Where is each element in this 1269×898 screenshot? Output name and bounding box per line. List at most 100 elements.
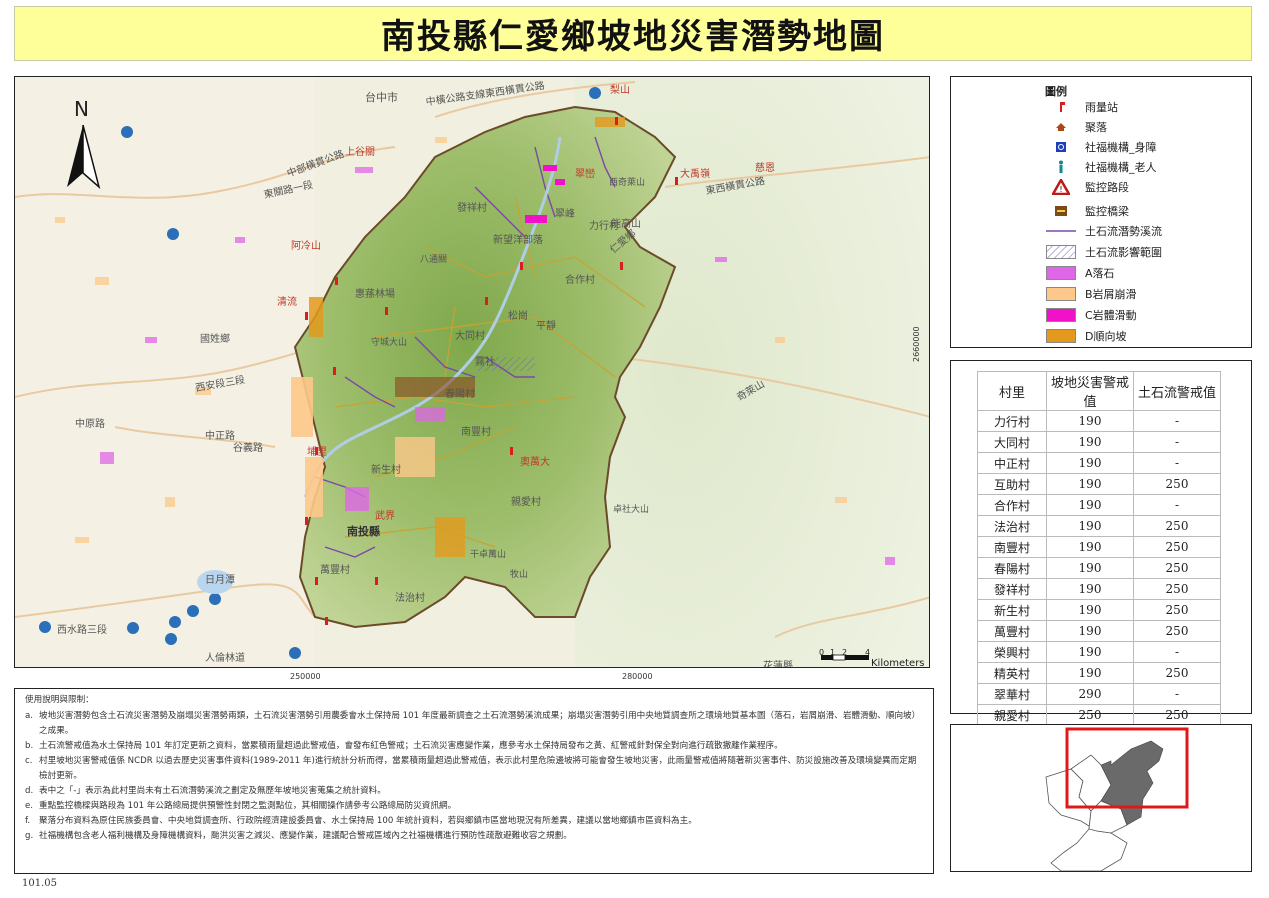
- slope-warning-cell: 190: [1046, 620, 1134, 642]
- slope-warning-cell: 190: [1046, 557, 1134, 579]
- map-label: 大禹嶺: [680, 169, 710, 180]
- map-label: 干卓萬山: [470, 550, 507, 560]
- debris-warning-cell: -: [1133, 431, 1221, 453]
- slope-warning-cell: 190: [1046, 515, 1134, 537]
- legend-label: 監控路段: [1085, 181, 1129, 194]
- village-name-cell: 發祥村: [977, 578, 1047, 600]
- map-label: 霧社: [475, 357, 495, 368]
- map-label: 梨山: [610, 85, 630, 96]
- table-header: 坡地災害警戒值: [1046, 371, 1134, 411]
- note-text: 聚落分布資料為原住民族委員會、中央地質調查所、行政院經濟建設委員會、水土保持局 …: [39, 816, 697, 826]
- rock-slide-swatch: [1046, 308, 1076, 322]
- map-label: 萬豐村: [320, 565, 350, 576]
- inset-locator-map[interactable]: [950, 724, 1252, 872]
- village-name-cell: 翠華村: [977, 683, 1047, 705]
- map-label: 守城大山: [371, 338, 408, 348]
- legend-item: 社福機構_老人: [1045, 157, 1157, 177]
- map-label: 人倫林道: [205, 653, 245, 664]
- notes-list: a. 坡地災害潛勢包含土石流災害潛勢及崩塌災害潛勢兩類，土石流災害潛勢引用農委會水…: [25, 709, 923, 844]
- debris-warning-cell: -: [1133, 494, 1221, 516]
- village-name-cell: 互助村: [977, 473, 1047, 495]
- legend-item: A落石: [1045, 263, 1115, 283]
- debris-warning-cell: 250: [1133, 536, 1221, 558]
- svg-text:!: !: [1059, 185, 1062, 194]
- debris-warning-cell: 250: [1133, 599, 1221, 621]
- map-label: 牧山: [510, 570, 529, 580]
- map-label: 南投縣: [347, 525, 380, 538]
- map-label: 合作村: [565, 275, 595, 286]
- note-item: d. 表中之「-」表示為此村里尚未有土石流潛勢溪流之劃定及無歷年坡地災害蒐集之統計…: [25, 784, 923, 799]
- legend-label: 雨量站: [1085, 101, 1118, 114]
- table-row: 精英村 190 250: [977, 662, 1221, 684]
- legend-label: 社福機構_老人: [1085, 161, 1157, 174]
- note-text: 土石流警戒值為水土保持局 101 年訂定更新之資料，當累積雨量超過此警戒值，會發…: [39, 741, 783, 751]
- map-label: 上谷關: [345, 147, 375, 158]
- bridge-icon: [1045, 203, 1077, 219]
- legend-label: C岩體滑動: [1085, 309, 1137, 322]
- map-label: 阿冷山: [291, 241, 321, 252]
- legend-item: D順向坡: [1045, 326, 1126, 346]
- note-letter: b.: [25, 741, 34, 751]
- map-label: 谷義路: [233, 443, 263, 454]
- legend-item: B岩屑崩滑: [1045, 284, 1137, 304]
- legend-item: 雨量站: [1045, 97, 1118, 117]
- map-label: 卓社大山: [613, 505, 650, 515]
- note-item: b. 土石流警戒值為水土保持局 101 年訂定更新之資料，當累積雨量超過此警戒值，…: [25, 739, 923, 754]
- table-row: 親愛村 250 250: [977, 704, 1221, 726]
- map-label: 翠巒: [575, 169, 595, 180]
- map-label: 奧萬大: [520, 457, 550, 468]
- debris-warning-cell: 250: [1133, 620, 1221, 642]
- inset-canvas: [1045, 727, 1189, 872]
- table-header-row: 村里 坡地災害警戒值 土石流警戒值: [977, 371, 1221, 411]
- note-text: 村里坡地災害警戒值係 NCDR 以過去歷史災害事件資料(1989-2011 年)…: [39, 756, 917, 781]
- map-label: 花蓮縣: [763, 661, 793, 668]
- scale-tick-label: 1: [830, 648, 836, 657]
- x-coord-label: 280000: [622, 672, 653, 681]
- table-row: 南豐村 190 250: [977, 536, 1221, 558]
- village-name-cell: 榮興村: [977, 641, 1047, 663]
- village-name-cell: 南豐村: [977, 536, 1047, 558]
- village-name-cell: 新生村: [977, 599, 1047, 621]
- legend-item: 監控橋梁: [1045, 201, 1129, 221]
- table-row: 萬豐村 190 250: [977, 620, 1221, 642]
- note-text: 表中之「-」表示為此村里尚未有土石流潛勢溪流之劃定及無歷年坡地災害蒐集之統計資料…: [39, 786, 386, 796]
- slope-warning-cell: 190: [1046, 410, 1134, 432]
- map-label: 日月潭: [205, 575, 235, 586]
- map-label: 大同村: [455, 331, 485, 342]
- warning-triangle-icon: !: [1045, 179, 1077, 195]
- debris-slide-swatch: [1046, 287, 1076, 301]
- village-name-cell: 春陽村: [977, 557, 1047, 579]
- map-label: 發祥村: [457, 203, 487, 214]
- slope-warning-cell: 190: [1046, 431, 1134, 453]
- village-name-cell: 親愛村: [977, 704, 1047, 726]
- western-plains: [15, 77, 315, 667]
- legend-item: 社福機構_身障: [1045, 137, 1157, 157]
- note-letter: g.: [25, 831, 34, 841]
- title-bar: 南投縣仁愛鄉坡地災害潛勢地圖: [14, 6, 1252, 61]
- debris-warning-cell: 250: [1133, 662, 1221, 684]
- legend-item: ! 監控路段: [1045, 177, 1129, 197]
- x-coord-label: 250000: [290, 672, 321, 681]
- legend-label: 土石流潛勢溪流: [1085, 225, 1162, 238]
- map-label: 法治村: [395, 593, 425, 604]
- table-row: 新生村 190 250: [977, 599, 1221, 621]
- rain-gauge-icon: [1045, 99, 1077, 115]
- legend-item: 土石流潛勢溪流: [1045, 221, 1162, 241]
- table-row: 翠華村 290-: [977, 683, 1221, 705]
- scale-tick-label: 2: [842, 648, 848, 657]
- map-label: 清流: [277, 297, 297, 308]
- map-label: 台中市: [365, 91, 398, 104]
- map-label: 中正路: [205, 431, 235, 442]
- note-item: e. 重點監控橋樑與路段為 101 年公路總局提供預警性封閉之監測點位，其相關操作…: [25, 799, 923, 814]
- debris-warning-cell: -: [1133, 452, 1221, 474]
- stream-line-icon: [1045, 223, 1077, 239]
- note-letter: e.: [25, 801, 34, 811]
- village-name-cell: 力行村: [977, 410, 1047, 432]
- main-map[interactable]: N 台中市 中橫公路支線東西橫貫公路 梨山 上谷關 大禹嶺 慈恩 東西橫貫公路 …: [14, 76, 930, 668]
- legend: 圖例 雨量站 聚落 社福機構_身障 社福機構_老人 ! 監控路段 監控橋梁 土石…: [950, 76, 1252, 348]
- table-row: 大同村 190-: [977, 431, 1221, 453]
- slope-warning-cell: 190: [1046, 494, 1134, 516]
- slope-warning-cell: 250: [1046, 704, 1134, 726]
- note-item: f. 聚落分布資料為原住民族委員會、中央地質調查所、行政院經濟建設委員會、水土保持…: [25, 814, 923, 829]
- note-letter: c.: [25, 756, 33, 766]
